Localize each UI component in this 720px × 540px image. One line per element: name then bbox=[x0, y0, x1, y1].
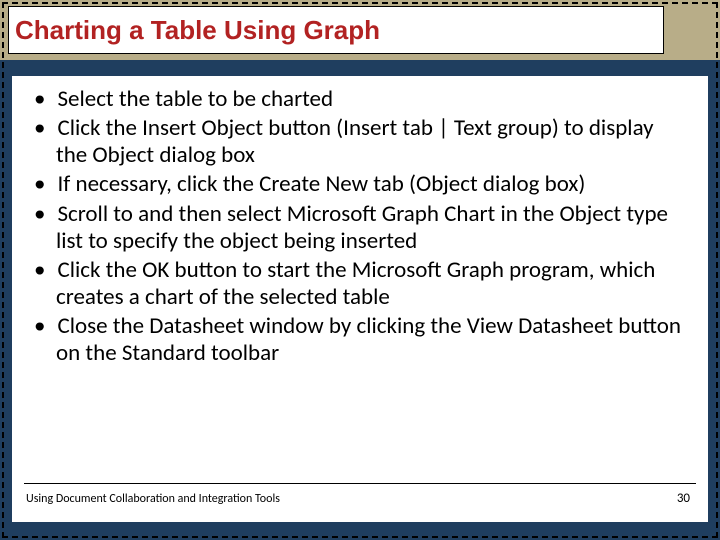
list-item: Click the Insert Object button (Insert t… bbox=[34, 115, 686, 169]
footer-divider bbox=[24, 483, 696, 485]
slide-title: Charting a Table Using Graph bbox=[15, 15, 380, 46]
slide: Charting a Table Using Graph Select the … bbox=[0, 0, 720, 540]
list-item: Scroll to and then select Microsoft Grap… bbox=[34, 201, 686, 255]
content-box: Select the table to be charted Click the… bbox=[12, 76, 708, 522]
bullet-list: Select the table to be charted Click the… bbox=[12, 76, 708, 367]
footer-text: Using Document Collaboration and Integra… bbox=[26, 492, 280, 506]
page-number: 30 bbox=[677, 491, 690, 506]
list-item: Select the table to be charted bbox=[34, 86, 686, 113]
list-item: If necessary, click the Create New tab (… bbox=[34, 171, 686, 198]
list-item: Close the Datasheet window by clicking t… bbox=[34, 313, 686, 367]
title-box: Charting a Table Using Graph bbox=[8, 6, 664, 54]
list-item: Click the OK button to start the Microso… bbox=[34, 257, 686, 311]
